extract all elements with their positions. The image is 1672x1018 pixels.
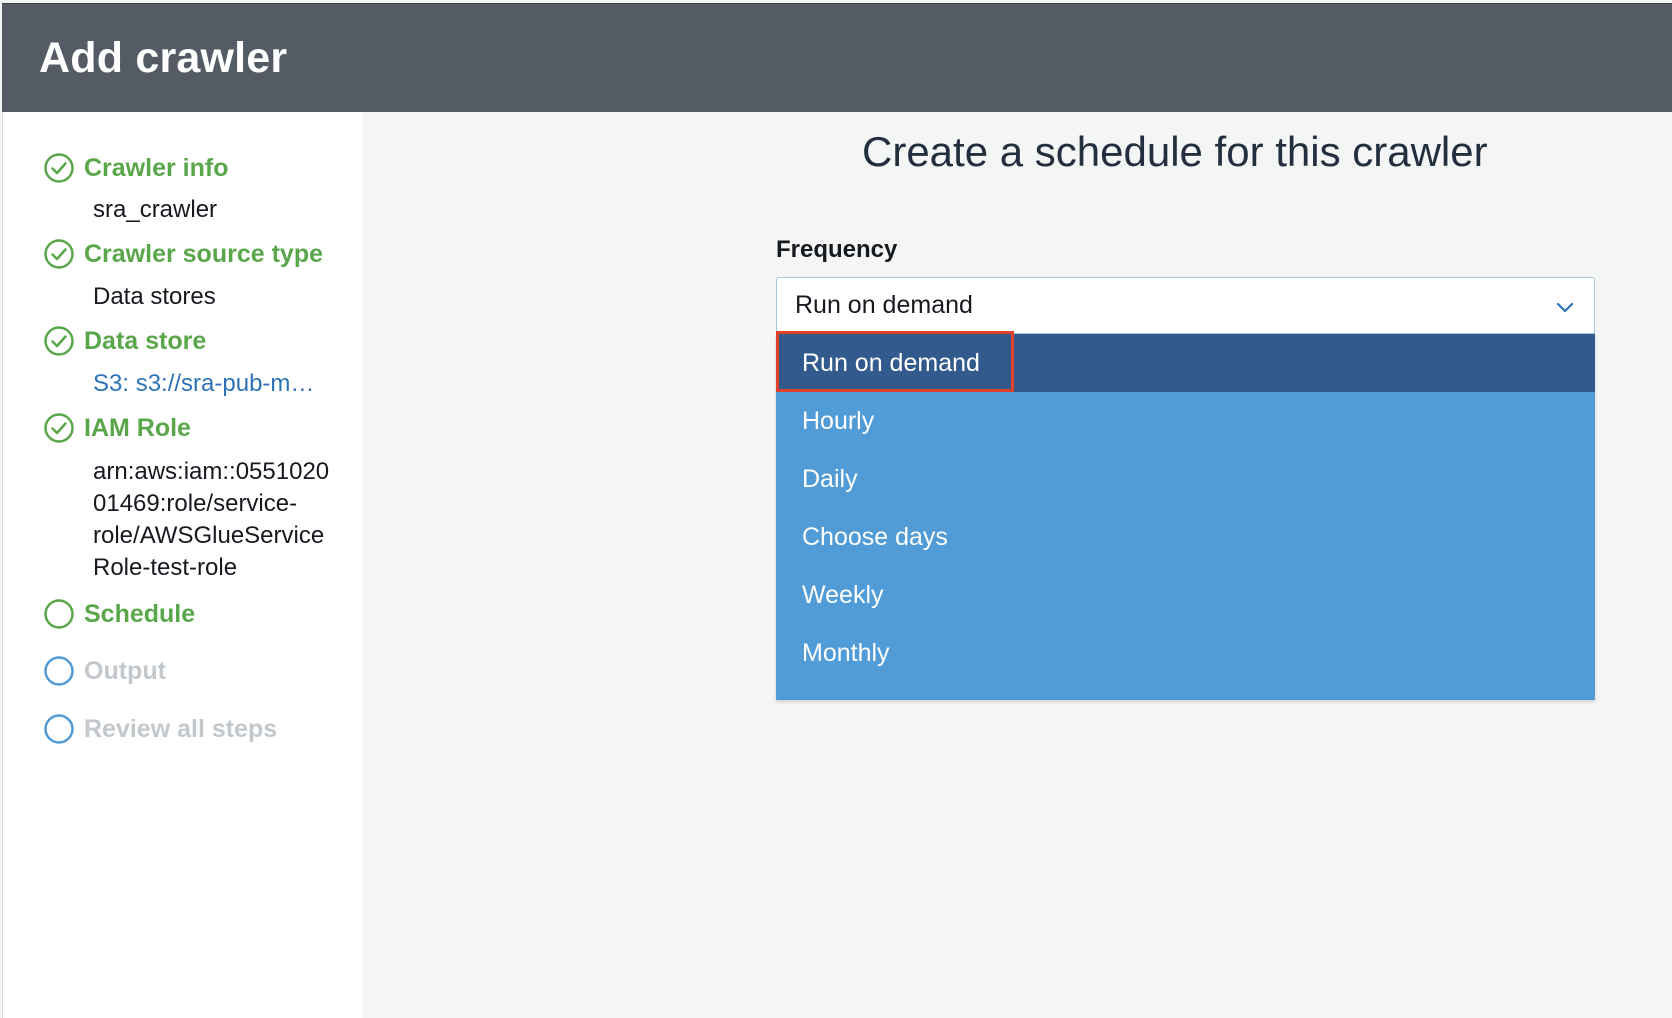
frequency-select[interactable]: Run on demand bbox=[776, 277, 1595, 334]
step-detail-source-type: Data stores bbox=[93, 283, 216, 310]
frequency-dropdown-menu: Run on demand Hourly Daily Choose days W… bbox=[776, 334, 1595, 700]
step-label: Output bbox=[84, 656, 166, 685]
step-crawler-info[interactable]: Crawler info bbox=[43, 152, 228, 184]
step-detail-crawler-name: sra_crawler bbox=[93, 196, 218, 223]
wizard-steps-sidebar: Crawler info sra_crawler Crawler source … bbox=[2, 112, 363, 1018]
iam-role-line: 01469:role/service- bbox=[93, 490, 298, 517]
frequency-option-run-on-demand[interactable]: Run on demand bbox=[776, 334, 1595, 392]
check-circle-icon bbox=[44, 326, 74, 356]
page-title: Add crawler bbox=[39, 34, 288, 82]
frequency-label: Frequency bbox=[776, 236, 898, 263]
frequency-option-choose-days[interactable]: Choose days bbox=[776, 508, 1595, 566]
frequency-option-daily[interactable]: Daily bbox=[776, 450, 1595, 508]
step-detail-iam-role: arn:aws:iam::0551020 01469:role/service-… bbox=[93, 456, 329, 584]
iam-role-line: role/AWSGlueService bbox=[93, 522, 325, 549]
section-title: Create a schedule for this crawler bbox=[862, 128, 1488, 175]
step-review-all-steps[interactable]: Review all steps bbox=[43, 713, 277, 745]
data-store-link[interactable]: S3: s3://sra-pub-m… bbox=[93, 368, 314, 400]
step-label: Review all steps bbox=[84, 714, 278, 743]
check-circle-icon bbox=[44, 153, 74, 183]
check-circle-icon bbox=[44, 239, 74, 269]
step-schedule[interactable]: Schedule bbox=[43, 598, 195, 630]
step-label: Schedule bbox=[84, 599, 196, 628]
step-data-store[interactable]: Data store bbox=[43, 325, 206, 357]
page-frame: Add crawler Crawler info sra_crawler Cra… bbox=[0, 0, 1672, 1018]
circle-icon bbox=[44, 714, 74, 744]
step-label: Crawler info bbox=[84, 153, 229, 182]
step-label: Crawler source type bbox=[84, 239, 323, 268]
step-output[interactable]: Output bbox=[43, 655, 166, 687]
frequency-option-weekly[interactable]: Weekly bbox=[776, 566, 1595, 624]
step-crawler-source-type[interactable]: Crawler source type bbox=[43, 238, 323, 270]
step-iam-role[interactable]: IAM Role bbox=[43, 412, 191, 444]
step-label: IAM Role bbox=[84, 413, 191, 442]
iam-role-line: arn:aws:iam::0551020 bbox=[93, 458, 330, 485]
iam-role-line: Role-test-role bbox=[93, 554, 238, 581]
frequency-selected-value: Run on demand bbox=[795, 291, 973, 319]
step-label: Data store bbox=[84, 326, 207, 355]
page-header: Add crawler bbox=[2, 3, 1672, 112]
circle-icon bbox=[44, 656, 74, 686]
circle-icon bbox=[44, 599, 74, 629]
frequency-option-hourly[interactable]: Hourly bbox=[776, 392, 1595, 450]
frequency-option-custom[interactable]: Custom bbox=[776, 682, 1595, 700]
chevron-down-icon bbox=[1556, 302, 1574, 313]
check-circle-icon bbox=[44, 413, 74, 443]
frequency-option-monthly[interactable]: Monthly bbox=[776, 624, 1595, 682]
